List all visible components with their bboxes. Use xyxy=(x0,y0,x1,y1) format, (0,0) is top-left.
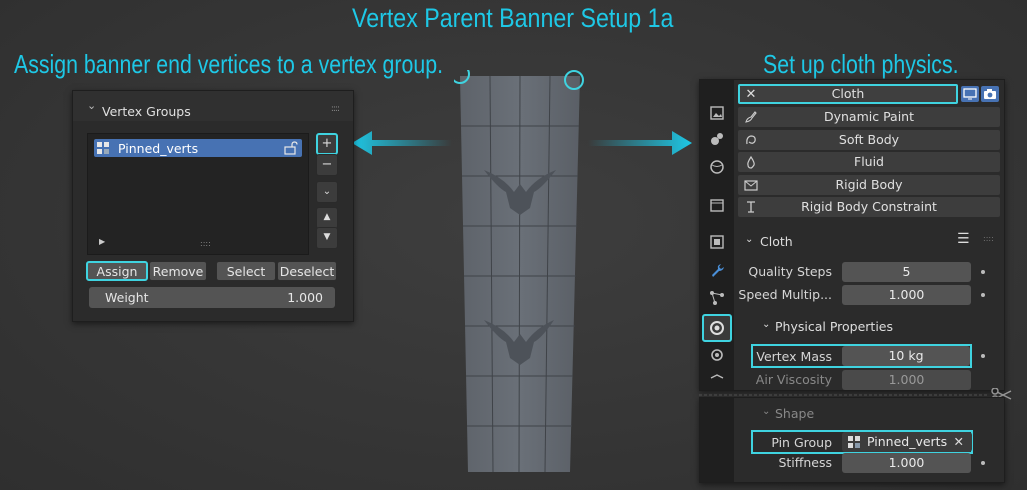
cloth-shape-panel: ⌄ Shape Pin Group Pinned_verts ✕ Stiffne… xyxy=(699,397,1005,483)
physics-properties-panel: ✕ Cloth Dynamic Paint Soft Body Fluid Ri… xyxy=(699,79,1005,391)
keyframe-dot[interactable] xyxy=(981,461,985,465)
right-caption: Set up cloth physics. xyxy=(763,49,959,79)
stiffness-label: Stiffness xyxy=(778,455,832,470)
rigid-body-constraint-button[interactable]: Rigid Body Constraint xyxy=(738,197,1000,217)
panel-title: Vertex Groups xyxy=(102,104,191,119)
drag-grip-icon[interactable]: :::: xyxy=(331,104,340,114)
show-render-toggle[interactable] xyxy=(981,86,999,102)
list-item[interactable]: Pinned_verts xyxy=(94,139,302,157)
vertex-group-icon xyxy=(97,142,109,154)
vertex-groups-header[interactable]: ⌄ Vertex Groups :::: xyxy=(73,91,353,121)
soft-body-icon xyxy=(746,135,756,145)
constraint-icon xyxy=(747,201,755,213)
add-group-button[interactable]: + xyxy=(316,133,338,155)
keyframe-dot[interactable] xyxy=(981,293,985,297)
dynamic-paint-button[interactable]: Dynamic Paint xyxy=(738,107,1000,127)
clear-icon[interactable]: ✕ xyxy=(954,432,964,452)
move-up-button[interactable]: ▲ xyxy=(316,207,338,229)
speed-multiplier-field[interactable]: 1.000 xyxy=(842,285,971,305)
physics-icon xyxy=(710,321,724,335)
drag-grip-icon[interactable]: :::: xyxy=(983,234,994,243)
chevron-down-icon[interactable]: ⌄ xyxy=(87,99,96,112)
constraints-icon[interactable] xyxy=(706,344,728,366)
arrow-left xyxy=(352,131,452,155)
chevron-down-icon[interactable]: ⌄ xyxy=(762,406,770,417)
specials-menu-button[interactable]: ⌄ xyxy=(316,181,338,203)
vertex-group-name[interactable]: Pinned_verts xyxy=(118,141,198,156)
select-button[interactable]: Select xyxy=(216,261,276,281)
fluid-button[interactable]: Fluid xyxy=(738,152,1000,172)
keyframe-dot[interactable] xyxy=(981,354,985,358)
cloth-section-header[interactable]: Cloth xyxy=(760,234,793,249)
button-label: Rigid Body Constraint xyxy=(801,199,937,214)
weight-slider[interactable]: Weight 1.000 xyxy=(89,287,335,308)
unlock-icon[interactable] xyxy=(284,141,298,155)
move-down-button[interactable]: ▼ xyxy=(316,227,338,249)
pin-group-field[interactable]: Pinned_verts ✕ xyxy=(842,432,972,452)
weight-value: 1.000 xyxy=(287,290,323,305)
render-image-icon[interactable] xyxy=(706,102,728,124)
object-icon[interactable] xyxy=(706,231,728,253)
camera-icon xyxy=(984,89,996,99)
arrow-right xyxy=(588,131,692,155)
properties-tab-bar xyxy=(700,80,734,390)
button-label: Cloth xyxy=(831,86,865,101)
chevron-down-icon[interactable]: ⌄ xyxy=(762,319,770,330)
monitor-icon xyxy=(963,88,977,100)
weight-label: Weight xyxy=(105,290,149,305)
rigid-body-icon xyxy=(744,180,758,191)
vertex-group-icon xyxy=(848,436,860,448)
chevron-down-icon: ⌄ xyxy=(322,186,332,197)
air-viscosity-field[interactable]: 1.000 xyxy=(842,370,971,390)
remove-group-button[interactable]: − xyxy=(316,154,338,176)
arrow-down-icon: ▼ xyxy=(323,232,331,242)
vertex-groups-panel: ⌄ Vertex Groups :::: Pinned_verts ▶ ::::… xyxy=(72,90,354,322)
close-icon[interactable]: ✕ xyxy=(744,85,758,102)
physics-tab[interactable] xyxy=(702,314,732,342)
vertex-group-list[interactable]: Pinned_verts ▶ :::: xyxy=(87,133,309,255)
soft-body-button[interactable]: Soft Body xyxy=(738,130,1000,150)
world-icon[interactable] xyxy=(706,156,728,178)
cloth-physics-button[interactable]: ✕ Cloth xyxy=(738,84,958,104)
materials-icon[interactable] xyxy=(706,128,728,150)
pin-group-value: Pinned_verts xyxy=(867,434,948,449)
physical-properties-header[interactable]: Physical Properties xyxy=(775,319,893,334)
quality-steps-field[interactable]: 5 xyxy=(842,262,971,282)
list-icon[interactable]: ☰ xyxy=(957,231,970,247)
resize-grip-icon[interactable]: :::: xyxy=(200,239,211,248)
drop-icon xyxy=(747,155,755,169)
vertex-mass-field[interactable]: 10 kg xyxy=(842,346,970,366)
banner-mesh xyxy=(454,70,584,473)
keyframe-dot[interactable] xyxy=(981,270,985,274)
vertex-mass-label: Vertex Mass xyxy=(756,349,832,364)
show-viewport-toggle[interactable] xyxy=(961,86,979,102)
particles-icon[interactable] xyxy=(706,287,728,309)
chevron-down-icon[interactable]: ⌄ xyxy=(745,234,753,245)
assign-button[interactable]: Assign xyxy=(86,261,148,281)
rigid-body-button[interactable]: Rigid Body xyxy=(738,175,1000,195)
button-label: Soft Body xyxy=(838,132,900,147)
left-caption: Assign banner end vertices to a vertex g… xyxy=(14,49,444,79)
remove-button[interactable]: Remove xyxy=(149,261,207,281)
wrench-icon[interactable] xyxy=(706,259,728,281)
button-label: Dynamic Paint xyxy=(823,109,915,124)
quality-steps-label: Quality Steps xyxy=(748,264,832,279)
brush-icon xyxy=(745,111,757,123)
deselect-button[interactable]: Deselect xyxy=(277,261,337,281)
air-viscosity-label: Air Viscosity xyxy=(755,372,832,387)
stiffness-field[interactable]: 1.000 xyxy=(842,453,971,473)
speed-multiplier-label: Speed Multip... xyxy=(738,287,832,302)
button-label: Rigid Body xyxy=(835,177,903,192)
button-label: Fluid xyxy=(854,154,884,169)
pin-group-label: Pin Group xyxy=(771,435,832,450)
expand-triangle-icon[interactable]: ▶ xyxy=(99,237,105,246)
shape-section-header[interactable]: Shape xyxy=(775,406,814,421)
page-title: Vertex Parent Banner Setup 1a xyxy=(352,3,674,33)
arrow-up-icon: ▲ xyxy=(323,212,331,222)
collection-icon[interactable] xyxy=(706,194,728,216)
properties-tab-bar xyxy=(700,398,734,482)
